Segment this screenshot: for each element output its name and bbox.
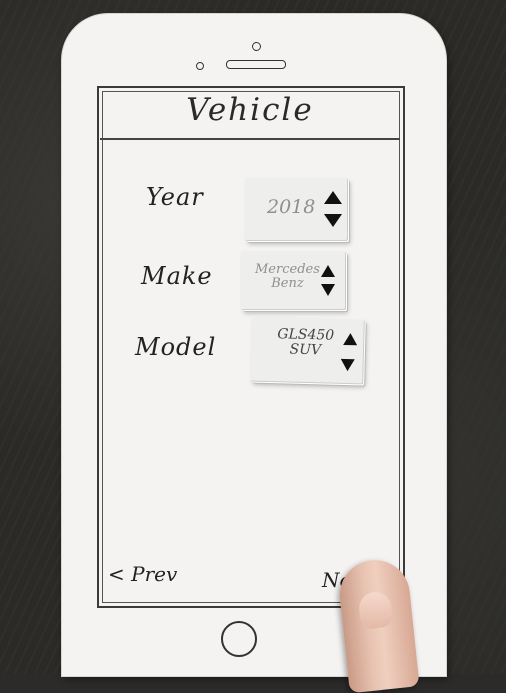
- make-value: Mercedes Benz: [255, 262, 320, 291]
- chevron-up-icon[interactable]: [321, 265, 335, 277]
- chevron-down-icon[interactable]: [324, 214, 342, 227]
- camera-icon: [252, 42, 261, 51]
- model-label: Model: [135, 333, 217, 361]
- model-picker[interactable]: GLS450 SUV: [250, 316, 364, 384]
- year-picker[interactable]: 2018: [245, 178, 347, 240]
- sensor-icon: [196, 62, 204, 70]
- page-title: Vehicle: [186, 92, 314, 128]
- year-label: Year: [146, 183, 204, 211]
- prev-button[interactable]: < Prev: [108, 562, 177, 586]
- chevron-up-icon[interactable]: [343, 332, 358, 346]
- fingernail: [357, 590, 394, 630]
- make-picker[interactable]: Mercedes Benz: [241, 251, 345, 309]
- speaker-icon: [226, 60, 286, 69]
- make-label: Make: [141, 262, 213, 290]
- model-value: GLS450 SUV: [277, 326, 335, 359]
- home-button-icon[interactable]: [221, 621, 257, 657]
- header-divider: [100, 138, 400, 140]
- year-value: 2018: [267, 196, 316, 218]
- chevron-up-icon[interactable]: [324, 191, 342, 204]
- chevron-down-icon[interactable]: [340, 358, 355, 372]
- chevron-down-icon[interactable]: [321, 284, 335, 296]
